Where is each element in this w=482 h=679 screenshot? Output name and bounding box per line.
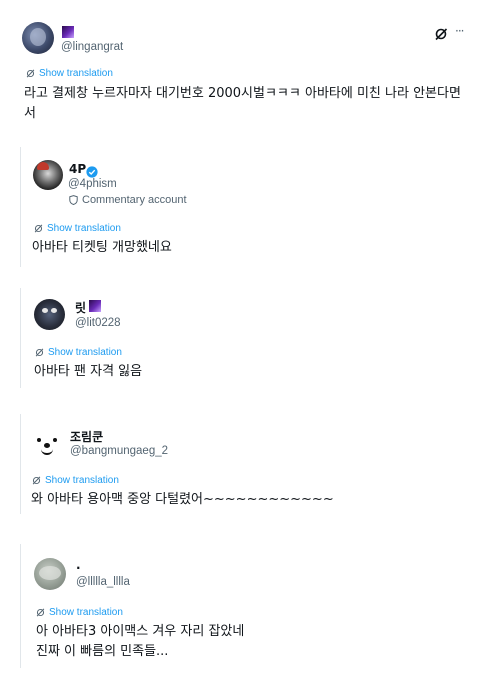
user-handle[interactable]: @4phism xyxy=(68,178,117,190)
user-handle[interactable]: @lit0228 xyxy=(75,317,121,329)
tweet-text-line: 라고 결제창 누르자마자 대기번호 2000시벌ㅋㅋㅋ 아바타에 미친 나라 안… xyxy=(24,86,461,101)
tweet-text: 아바타 티켓팅 개망했네요 xyxy=(32,240,172,255)
translate-icon xyxy=(32,476,41,485)
profile-badge-icon xyxy=(89,300,101,312)
show-translation-link[interactable]: Show translation xyxy=(36,607,123,618)
show-translation-link[interactable]: Show translation xyxy=(32,475,119,486)
tweet-text-line: 진짜 이 빠름의 민족들... xyxy=(36,644,169,659)
display-name[interactable]: 릿 xyxy=(75,299,86,316)
show-translation-link[interactable]: Show translation xyxy=(35,347,122,358)
shield-icon xyxy=(69,195,78,205)
avatar[interactable] xyxy=(33,160,63,190)
translate-icon xyxy=(36,608,45,617)
show-translation-label: Show translation xyxy=(47,223,121,234)
verified-icon xyxy=(86,163,98,178)
avatar[interactable] xyxy=(34,558,66,590)
user-handle[interactable]: @bangmungaeg_2 xyxy=(70,445,168,457)
avatar[interactable] xyxy=(34,299,65,330)
display-name[interactable]: 4P xyxy=(69,162,86,176)
translate-icon xyxy=(34,224,43,233)
commentary-account-row: Commentary account xyxy=(69,194,187,206)
user-handle[interactable]: @lingangrat xyxy=(61,41,123,53)
profile-badge-icon xyxy=(62,26,74,38)
show-translation-label: Show translation xyxy=(39,68,113,79)
tweet-text: 아바타 팬 자격 잃음 xyxy=(34,364,143,379)
tweet-text: 와 아바타 용아맥 중앙 다털렸어~~~~~~~~~~~~ xyxy=(31,492,334,507)
commentary-account-label: Commentary account xyxy=(82,194,187,206)
show-translation-label: Show translation xyxy=(49,607,123,618)
show-translation-label: Show translation xyxy=(45,475,119,486)
tweet-text-line: 서 xyxy=(24,106,36,121)
display-name[interactable]: 조림쿤 xyxy=(70,428,103,445)
show-translation-link[interactable]: Show translation xyxy=(26,68,113,79)
user-handle[interactable]: @llllla_lllla xyxy=(76,576,130,588)
show-translation-link[interactable]: Show translation xyxy=(34,223,121,234)
avatar[interactable] xyxy=(22,22,54,54)
more-icon[interactable]: ··· xyxy=(455,24,465,38)
tweet-text: 아 아바타3 아이맥스 겨우 자리 잡았네 진짜 이 빠름의 민족들... xyxy=(36,622,244,662)
translate-icon xyxy=(35,348,44,357)
display-name[interactable]: . xyxy=(76,558,81,572)
grok-icon[interactable] xyxy=(434,26,448,41)
translate-icon xyxy=(26,69,35,78)
tweet-text: 라고 결제창 누르자마자 대기번호 2000시벌ㅋㅋㅋ 아바타에 미친 나라 안… xyxy=(24,84,474,124)
show-translation-label: Show translation xyxy=(48,347,122,358)
avatar[interactable] xyxy=(31,428,63,460)
tweet-text-line: 아 아바타3 아이맥스 겨우 자리 잡았네 xyxy=(36,624,245,639)
